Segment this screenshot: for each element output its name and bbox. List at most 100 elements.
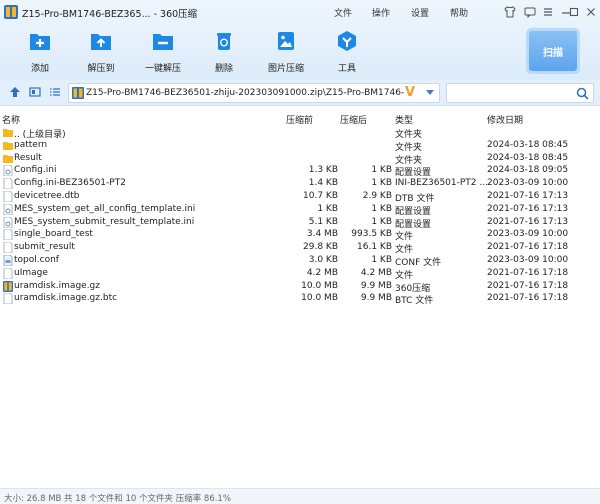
menu-operate[interactable]: 操作 — [372, 6, 390, 19]
file-date: 2023-03-09 10:00 — [487, 229, 569, 240]
tools-button[interactable]: 工具 — [317, 30, 377, 74]
thumbnail-view-icon[interactable] — [29, 86, 41, 98]
file-row[interactable]: pattern 文件夹 2024-03-18 08:45 — [0, 139, 600, 153]
chevron-down-icon[interactable] — [426, 90, 434, 95]
column-type[interactable]: 类型 — [395, 113, 413, 126]
app-icon — [4, 5, 18, 19]
zip-icon — [3, 280, 13, 292]
close-icon[interactable] — [583, 4, 599, 20]
config-file-icon — [3, 255, 13, 266]
title-bar: Z15-Pro-BM1746-BEZ365... - 360压缩 文件 操作 设… — [0, 0, 600, 24]
extract-to-button[interactable]: 解压到 — [71, 30, 131, 74]
file-date: 2021-07-16 17:13 — [487, 216, 569, 227]
one-click-extract-button[interactable]: 一键解压 — [133, 30, 193, 74]
file-icon — [3, 203, 13, 215]
file-row[interactable]: Config.ini-BEZ36501-PT2 1.4 KB 1 KB INI-… — [0, 177, 600, 190]
file-date: 2024-03-18 08:45 — [487, 139, 569, 150]
file-packed-size: 1 KB — [371, 203, 392, 214]
file-date: 2024-03-18 08:45 — [487, 152, 569, 163]
column-name[interactable]: 名称 — [2, 113, 20, 126]
file-row[interactable]: MES_system_submit_result_template.ini 5.… — [0, 216, 600, 230]
file-row[interactable]: submit_result 29.8 KB 16.1 KB 文件 2021-07… — [0, 241, 600, 255]
file-name: uramdisk.image.gz.btc — [14, 293, 118, 304]
file-size: 1.4 KB — [308, 178, 338, 189]
file-size: 5.1 KB — [308, 216, 338, 227]
image-compress-label: 图片压缩 — [267, 64, 304, 74]
file-date: 2023-03-09 10:00 — [487, 178, 569, 189]
image-compress-button[interactable]: 图片压缩 — [256, 30, 316, 74]
file-row[interactable]: Result 文件夹 2024-03-18 08:45 — [0, 152, 600, 166]
file-size: 10.7 KB — [303, 191, 338, 201]
file-row[interactable]: MES_system_get_all_config_template.ini 1… — [0, 203, 600, 217]
recycle-icon — [217, 33, 231, 50]
file-size: 10.0 MB — [301, 293, 338, 304]
file-name: uramdisk.image.gz — [14, 280, 100, 291]
file-row[interactable]: single_board_test 3.4 MB 993.5 KB 文件 202… — [0, 228, 600, 242]
file-packed-size: 1 KB — [371, 165, 392, 176]
path-input[interactable]: Z15-Pro-BM1746-BEZ36501-zhiju-2023030910… — [68, 83, 440, 103]
file-icon — [3, 229, 13, 241]
search-icon[interactable] — [576, 87, 589, 100]
file-packed-size: 9.9 MB — [360, 293, 392, 304]
menu-icon[interactable] — [540, 4, 556, 20]
folder-icon — [3, 141, 13, 150]
file-name: Result — [14, 152, 42, 163]
maximize-icon[interactable] — [566, 4, 582, 20]
search-input[interactable] — [446, 83, 594, 103]
file-row[interactable]: Config.ini 1.3 KB 1 KB 配置设置 2024-03-18 0… — [0, 164, 600, 178]
add-icon — [30, 34, 50, 50]
one-click-icon — [153, 34, 173, 50]
list-view-icon[interactable] — [49, 86, 61, 98]
file-size: 1.3 KB — [308, 165, 338, 176]
file-row[interactable]: uramdisk.image.gz 10.0 MB 9.9 MB 360压缩 2… — [0, 280, 600, 294]
menu-help[interactable]: 帮助 — [450, 6, 468, 19]
file-icon — [3, 216, 13, 228]
file-name: submit_result — [14, 242, 75, 253]
file-type: BTC 文件 — [395, 296, 434, 307]
file-name: MES_system_submit_result_template.ini — [14, 216, 195, 227]
column-modified[interactable]: 修改日期 — [487, 113, 523, 126]
status-bar: 大小: 26.8 MB 共 18 个文件和 10 个文件夹 压缩率 86.1% — [0, 488, 600, 504]
file-packed-size: 9.9 MB — [360, 280, 392, 291]
shirt-icon[interactable] — [502, 4, 518, 20]
extract-to-label: 解压到 — [87, 64, 115, 74]
file-name: uImage — [14, 267, 48, 278]
status-text: 大小: 26.8 MB 共 18 个文件和 10 个文件夹 压缩率 86.1% — [4, 494, 231, 504]
file-date: 2023-03-09 10:00 — [487, 255, 569, 265]
file-date: 2021-07-16 17:18 — [487, 280, 569, 291]
file-size: 3.0 KB — [308, 255, 338, 265]
delete-button[interactable]: 删除 — [194, 30, 254, 74]
image-icon — [278, 32, 294, 50]
file-packed-size: 4.2 MB — [360, 267, 392, 278]
menu-settings[interactable]: 设置 — [411, 6, 429, 19]
file-row[interactable]: uramdisk.image.gz.btc 10.0 MB 9.9 MB BTC… — [0, 292, 600, 307]
file-size: 10.0 MB — [301, 280, 338, 291]
file-icon — [3, 293, 13, 305]
file-name: Config.ini — [14, 165, 57, 176]
file-name: pattern — [14, 139, 48, 150]
up-arrow-icon[interactable] — [9, 86, 21, 98]
file-packed-size: 1 KB — [371, 178, 392, 189]
menu-file[interactable]: 文件 — [334, 6, 352, 19]
file-row[interactable]: devicetree.dtb 10.7 KB 2.9 KB DTB 文件 202… — [0, 190, 600, 204]
chat-icon[interactable] — [522, 4, 538, 20]
file-row[interactable]: .. (上级目录) 文件夹 — [0, 126, 600, 140]
delete-label: 删除 — [214, 64, 233, 74]
folder-icon — [3, 129, 13, 137]
column-packed[interactable]: 压缩后 — [340, 113, 367, 126]
file-row[interactable]: uImage 4.2 MB 4.2 MB 文件 2021-07-16 17:18 — [0, 267, 600, 281]
file-packed-size: 2.9 KB — [362, 191, 392, 201]
file-date: 2021-07-16 17:18 — [487, 242, 569, 253]
column-size[interactable]: 压缩前 — [286, 113, 313, 126]
v-badge-icon[interactable]: V — [405, 85, 415, 100]
add-label: 添加 — [30, 64, 49, 74]
one-click-label: 一键解压 — [144, 64, 181, 74]
file-name: Config.ini-BEZ36501-PT2 — [14, 178, 126, 189]
file-type: INI-BEZ36501-PT2 ... — [395, 178, 487, 189]
file-size: 1 KB — [317, 203, 338, 214]
file-icon — [3, 178, 13, 190]
file-date: 2021-07-16 17:18 — [487, 267, 569, 278]
add-button[interactable]: 添加 — [10, 30, 70, 74]
file-row[interactable]: topol.conf 3.0 KB 1 KB CONF 文件 2023-03-0… — [0, 254, 600, 268]
scan-button[interactable]: 扫描 — [526, 28, 580, 74]
